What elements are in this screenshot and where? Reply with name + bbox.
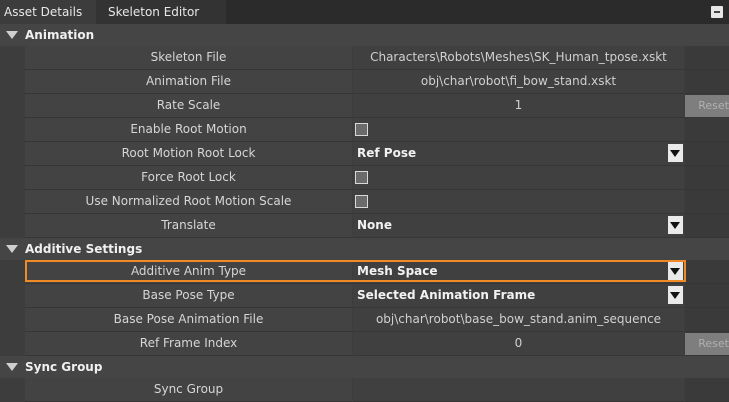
row-animation-file: Animation File obj\char\robot\fi_bow_sta… — [0, 70, 729, 94]
property-label: Additive Anim Type — [25, 260, 352, 284]
row-root-motion-root-lock: Root Motion Root Lock Ref Pose — [0, 142, 729, 166]
property-label: Translate — [25, 214, 352, 238]
row-base-pose-type: Base Pose Type Selected Animation Frame — [0, 284, 729, 308]
property-label: Rate Scale — [25, 94, 352, 118]
base-pose-animation-file-value[interactable]: obj\char\robot\base_bow_stand.anim_seque… — [353, 308, 684, 332]
enable-root-motion-checkbox[interactable] — [355, 123, 368, 136]
property-label: Force Root Lock — [25, 166, 352, 190]
force-root-lock-checkbox[interactable] — [355, 171, 368, 184]
chevron-down-icon[interactable] — [668, 262, 683, 280]
dropdown-value: Ref Pose — [357, 146, 417, 160]
tab-bar: Asset Details Skeleton Editor — [0, 0, 729, 24]
translate-dropdown[interactable]: None — [353, 214, 684, 238]
property-label: Ref Frame Index — [25, 332, 352, 356]
chevron-down-icon[interactable] — [668, 286, 683, 304]
tab-skeleton-editor[interactable]: Skeleton Editor — [96, 0, 226, 24]
dropdown-value: None — [357, 218, 392, 232]
property-label: Base Pose Animation File — [25, 308, 352, 332]
rate-scale-input[interactable]: 1 — [353, 94, 684, 118]
reset-button[interactable]: Reset — [685, 333, 729, 355]
row-additive-anim-type: Additive Anim Type Mesh Space — [0, 260, 729, 284]
property-label: Use Normalized Root Motion Scale — [25, 190, 352, 214]
base-pose-type-dropdown[interactable]: Selected Animation Frame — [353, 284, 684, 308]
row-ref-frame-index: Ref Frame Index 0 Reset — [0, 332, 729, 356]
additive-anim-type-dropdown[interactable]: Mesh Space — [353, 260, 684, 284]
ref-frame-index-input[interactable]: 0 — [353, 332, 684, 356]
row-sync-group: Sync Group — [0, 378, 729, 402]
property-label: Animation File — [25, 70, 352, 94]
property-label: Enable Root Motion — [25, 118, 352, 142]
sync-group-value[interactable] — [353, 378, 684, 402]
normalized-root-motion-scale-checkbox[interactable] — [355, 195, 368, 208]
animation-file-value[interactable]: obj\char\robot\fi_bow_stand.xskt — [353, 70, 684, 94]
reset-button[interactable]: Reset — [685, 95, 729, 117]
section-animation[interactable]: Animation — [0, 24, 729, 46]
property-label: Sync Group — [25, 378, 352, 402]
row-translate: Translate None — [0, 214, 729, 238]
chevron-down-icon[interactable] — [668, 144, 683, 162]
section-title: Sync Group — [25, 360, 103, 374]
collapse-arrow-icon[interactable] — [6, 363, 18, 371]
row-base-pose-animation-file: Base Pose Animation File obj\char\robot\… — [0, 308, 729, 332]
row-normalized-root-motion-scale: Use Normalized Root Motion Scale — [0, 190, 729, 214]
dropdown-value: Mesh Space — [357, 264, 438, 278]
row-enable-root-motion: Enable Root Motion — [0, 118, 729, 142]
chevron-down-icon[interactable] — [668, 216, 683, 234]
row-skeleton-file: Skeleton File Characters\Robots\Meshes\S… — [0, 46, 729, 70]
section-sync-group[interactable]: Sync Group — [0, 356, 729, 378]
row-force-root-lock: Force Root Lock — [0, 166, 729, 190]
section-additive-settings[interactable]: Additive Settings — [0, 238, 729, 260]
root-motion-root-lock-dropdown[interactable]: Ref Pose — [353, 142, 684, 166]
section-title: Animation — [25, 28, 95, 42]
skeleton-file-value[interactable]: Characters\Robots\Meshes\SK_Human_tpose.… — [353, 46, 684, 70]
tab-asset-details[interactable]: Asset Details — [0, 0, 98, 24]
property-label: Root Motion Root Lock — [25, 142, 352, 166]
property-label: Skeleton File — [25, 46, 352, 70]
collapse-arrow-icon[interactable] — [6, 31, 18, 39]
restore-window-icon[interactable] — [711, 6, 723, 18]
section-title: Additive Settings — [25, 242, 143, 256]
property-label: Base Pose Type — [25, 284, 352, 308]
row-rate-scale: Rate Scale 1 Reset — [0, 94, 729, 118]
dropdown-value: Selected Animation Frame — [357, 288, 536, 302]
collapse-arrow-icon[interactable] — [6, 245, 18, 253]
